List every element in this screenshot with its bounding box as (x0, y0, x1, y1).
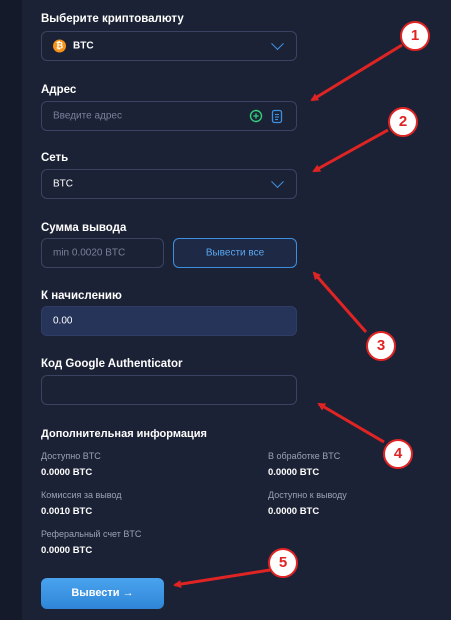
annotation-arrows (173, 43, 403, 589)
marker-5: 5 (268, 548, 298, 578)
arrow-4 (317, 402, 385, 444)
marker-4: 4 (383, 439, 413, 469)
marker-3: 3 (366, 331, 396, 361)
marker-1: 1 (400, 21, 430, 51)
arrow-2 (312, 128, 389, 173)
marker-2: 2 (388, 107, 418, 137)
arrow-3 (312, 271, 368, 333)
arrow-1 (310, 43, 403, 102)
arrow-5 (173, 568, 271, 589)
